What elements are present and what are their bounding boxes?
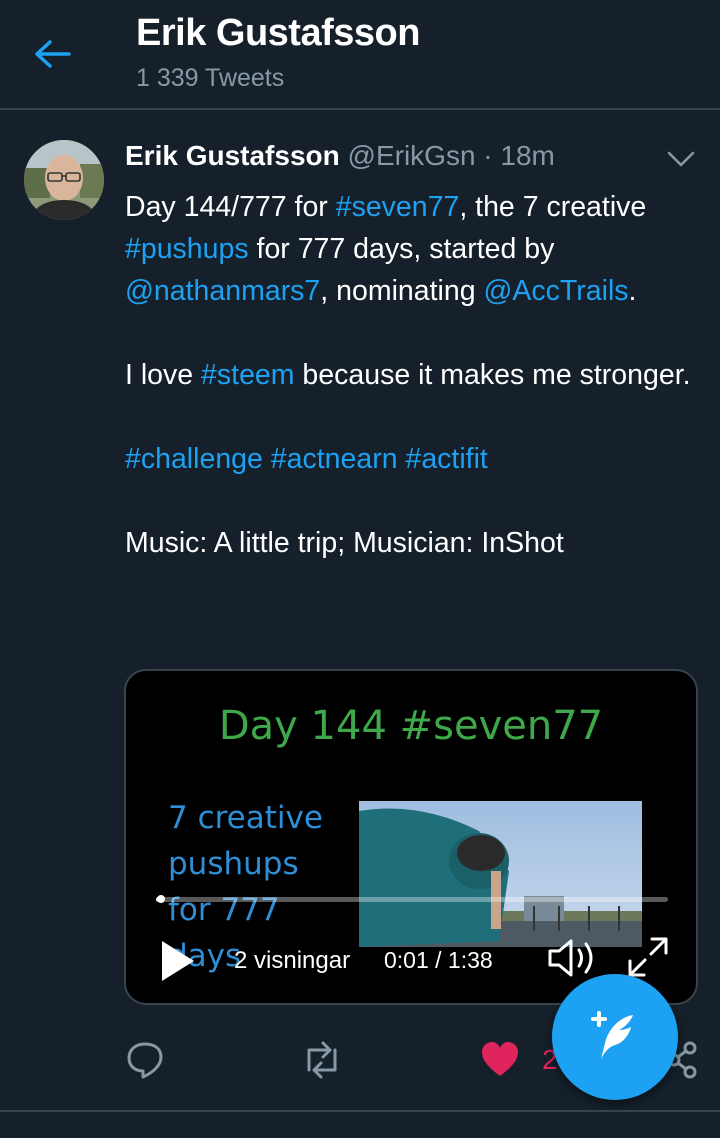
- compose-feather-icon: [591, 1011, 633, 1059]
- author-name[interactable]: Erik Gustafsson: [125, 140, 340, 171]
- fullscreen-button[interactable]: [624, 933, 672, 981]
- mention-link[interactable]: @nathanmars7: [125, 275, 320, 307]
- tweet[interactable]: Erik Gustafsson @ErikGsn · 18m Day 144/7…: [0, 112, 720, 1112]
- text-segment: for 777 days, started by: [248, 233, 555, 265]
- text-segment: Day 144/777 for: [125, 191, 336, 223]
- hashtag-links[interactable]: #challenge #actnearn #actifit: [125, 438, 705, 480]
- hashtag-link[interactable]: #pushups: [125, 233, 249, 265]
- video-frame-image: [359, 801, 642, 947]
- tweet-meta: Erik Gustafsson @ErikGsn · 18m: [125, 140, 555, 176]
- text-segment: I love: [125, 359, 202, 391]
- page-title: Erik Gustafsson: [136, 12, 420, 54]
- play-icon: [162, 941, 194, 981]
- text-segment: .: [628, 275, 637, 307]
- volume-icon: [548, 939, 593, 977]
- hashtag-link[interactable]: #seven77: [336, 191, 460, 223]
- chevron-down-icon: [667, 151, 695, 167]
- author-handle[interactable]: @ErikGsn: [348, 140, 476, 171]
- text-segment: , the 7 creative: [459, 191, 647, 223]
- video-side-line: 7 creative: [168, 800, 323, 836]
- like-button[interactable]: [480, 1040, 520, 1080]
- retweet-icon: [307, 1041, 337, 1079]
- tweet-divider: [0, 1110, 720, 1112]
- tweet-menu-button[interactable]: [664, 146, 698, 172]
- compose-tweet-button[interactable]: [552, 974, 678, 1100]
- video-time: 0:01 / 1:38: [384, 947, 493, 973]
- heart-icon: [482, 1042, 518, 1076]
- back-button[interactable]: [28, 30, 76, 78]
- view-count: 2 visningar: [234, 947, 351, 974]
- video-player[interactable]: Day 144 #seven77 7 creative pushups for …: [124, 669, 698, 1005]
- text-segment: , nominating: [320, 275, 484, 307]
- arrow-left-icon: [35, 40, 71, 68]
- tweet-paragraph-music: Music: A little trip; Musician: InShot: [125, 527, 564, 559]
- mention-link[interactable]: @AccTrails: [483, 275, 628, 307]
- profile-header: Erik Gustafsson 1 339 Tweets: [0, 0, 720, 110]
- video-side-line: for 777: [168, 892, 280, 928]
- tweet-time[interactable]: 18m: [500, 140, 554, 171]
- avatar[interactable]: [24, 140, 104, 220]
- reply-button[interactable]: [126, 1040, 164, 1080]
- tweet-paragraph-1: Day 144/777 for #seven77, the 7 creative…: [125, 186, 705, 312]
- video-progress-bar[interactable]: [156, 895, 668, 903]
- video-side-line: pushups: [168, 846, 299, 882]
- retweet-button[interactable]: [300, 1040, 344, 1080]
- expand-icon: [628, 937, 668, 977]
- tweet-count: 1 339 Tweets: [136, 64, 285, 92]
- hashtag-link[interactable]: #steem: [201, 359, 294, 391]
- tweet-text: Day 144/777 for #seven77, the 7 creative…: [125, 186, 705, 564]
- reply-icon: [127, 1042, 163, 1079]
- tweet-paragraph-2: I love #steem because it makes me strong…: [125, 354, 705, 396]
- video-title-text: Day 144 #seven77: [218, 703, 604, 749]
- pushup-photo: [359, 801, 642, 947]
- avatar-image: [24, 140, 104, 220]
- video-progress-knob[interactable]: [157, 895, 165, 903]
- play-button[interactable]: [158, 939, 198, 983]
- meta-separator: ·: [483, 140, 493, 171]
- volume-button[interactable]: [546, 935, 602, 981]
- text-segment: because it makes me stronger.: [294, 359, 691, 391]
